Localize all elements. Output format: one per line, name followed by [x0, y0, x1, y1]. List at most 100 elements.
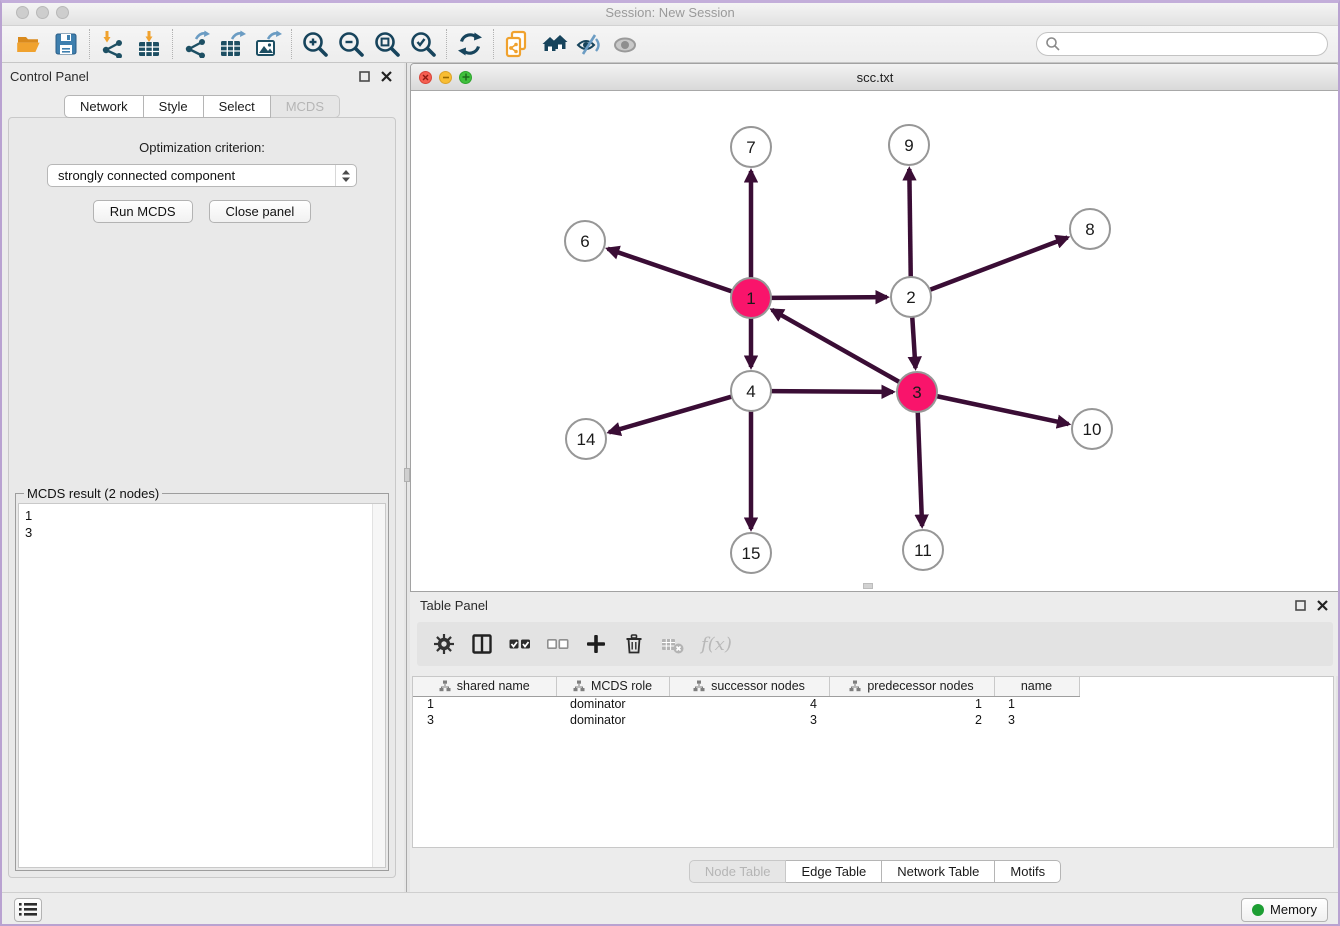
open-session-icon[interactable] [12, 28, 48, 60]
mcds-result-textarea[interactable]: 1 3 [18, 503, 386, 868]
table-row[interactable]: 1dominator411 [413, 696, 1333, 712]
network-titlebar[interactable]: scc.txt [411, 64, 1339, 91]
table-row[interactable]: 3dominator323 [413, 712, 1333, 728]
criterion-dropdown[interactable]: strongly connected component [47, 164, 357, 187]
node-1[interactable]: 1 [731, 278, 771, 318]
table-toolbar: f(x) [417, 622, 1333, 666]
cell-shared-name[interactable]: 1 [413, 696, 556, 712]
node-label: 6 [580, 232, 589, 251]
clone-network-icon[interactable] [499, 28, 535, 60]
cell-successor-nodes[interactable]: 3 [669, 712, 829, 728]
import-table-icon[interactable] [131, 28, 167, 60]
node-6[interactable]: 6 [565, 221, 605, 261]
tab-network[interactable]: Network [64, 95, 144, 118]
edge-1-2[interactable] [771, 297, 887, 298]
sort-icon[interactable] [849, 680, 861, 692]
close-panel-button[interactable]: Close panel [209, 200, 312, 223]
table-tab-motifs[interactable]: Motifs [995, 860, 1061, 883]
zoom-selected-icon[interactable] [405, 28, 441, 60]
delete-columns-icon[interactable] [623, 633, 645, 655]
add-column-icon[interactable] [585, 633, 607, 655]
zoom-in-icon[interactable] [297, 28, 333, 60]
table-tab-node-table[interactable]: Node Table [689, 860, 787, 883]
table-panel-title: Table Panel [420, 598, 488, 613]
cell-predecessor-nodes[interactable]: 2 [829, 712, 994, 728]
run-mcds-button[interactable]: Run MCDS [93, 200, 193, 223]
edge-3-10[interactable] [937, 396, 1069, 424]
table-tab-edge-table[interactable]: Edge Table [786, 860, 882, 883]
first-neighbors-icon[interactable] [535, 28, 571, 60]
table-close-icon[interactable] [1314, 597, 1330, 613]
node-14[interactable]: 14 [566, 419, 606, 459]
sort-icon[interactable] [573, 680, 585, 692]
node-4[interactable]: 4 [731, 371, 771, 411]
table-tab-network-table[interactable]: Network Table [882, 860, 995, 883]
cell-mcds-role[interactable]: dominator [556, 696, 669, 712]
node-label: 7 [746, 138, 755, 157]
column-header-mcds-role[interactable]: MCDS role [556, 677, 669, 696]
cell-name[interactable]: 1 [994, 696, 1079, 712]
cell-name[interactable]: 3 [994, 712, 1079, 728]
import-network-icon[interactable] [95, 28, 131, 60]
float-panel-icon[interactable] [356, 68, 372, 84]
export-network-icon[interactable] [178, 28, 214, 60]
search-box[interactable] [1036, 32, 1328, 56]
column-header-successor-nodes[interactable]: successor nodes [669, 677, 829, 696]
sort-icon[interactable] [439, 680, 451, 692]
column-header-name[interactable]: name [994, 677, 1079, 696]
memory-status-dot [1252, 904, 1264, 916]
cell-shared-name[interactable]: 3 [413, 712, 556, 728]
network-resize-grip[interactable] [863, 583, 873, 589]
close-panel-icon[interactable] [378, 68, 394, 84]
node-9[interactable]: 9 [889, 125, 929, 165]
node-10[interactable]: 10 [1072, 409, 1112, 449]
node-7[interactable]: 7 [731, 127, 771, 167]
task-history-button[interactable] [14, 898, 42, 922]
export-image-icon[interactable] [250, 28, 286, 60]
table-scrollbar[interactable] [1336, 676, 1340, 848]
edge-2-9[interactable] [909, 169, 910, 277]
edge-3-11[interactable] [918, 412, 922, 526]
save-session-icon[interactable] [48, 28, 84, 60]
result-scrollbar[interactable] [372, 504, 385, 867]
cell-predecessor-nodes[interactable]: 1 [829, 696, 994, 712]
edge-4-14[interactable] [609, 397, 732, 433]
edge-4-3[interactable] [771, 391, 893, 392]
list-icon [19, 902, 37, 917]
sort-icon[interactable] [693, 680, 705, 692]
cell-successor-nodes[interactable]: 4 [669, 696, 829, 712]
refresh-layout-icon[interactable] [452, 28, 488, 60]
node-label: 10 [1083, 420, 1102, 439]
show-all-icon[interactable] [607, 28, 643, 60]
select-all-columns-icon[interactable] [509, 633, 531, 655]
cell-mcds-role[interactable]: dominator [556, 712, 669, 728]
tab-select[interactable]: Select [204, 95, 271, 118]
node-label: 2 [906, 288, 915, 307]
node-15[interactable]: 15 [731, 533, 771, 573]
node-11[interactable]: 11 [903, 530, 943, 570]
edge-2-8[interactable] [930, 238, 1068, 290]
edge-2-3[interactable] [912, 317, 915, 368]
zoom-fit-icon[interactable] [369, 28, 405, 60]
column-header-shared-name[interactable]: shared name [413, 677, 556, 696]
search-input[interactable] [1061, 34, 1327, 54]
edge-3-1[interactable] [772, 310, 900, 382]
tab-mcds[interactable]: MCDS [271, 95, 340, 118]
table-settings-icon[interactable] [433, 633, 455, 655]
tab-style[interactable]: Style [144, 95, 204, 118]
node-3[interactable]: 3 [897, 372, 937, 412]
table-float-icon[interactable] [1292, 597, 1308, 613]
column-header-predecessor-nodes[interactable]: predecessor nodes [829, 677, 994, 696]
hide-selected-icon[interactable] [571, 28, 607, 60]
node-2[interactable]: 2 [891, 277, 931, 317]
zoom-out-icon[interactable] [333, 28, 369, 60]
network-canvas[interactable]: 7 9 6 8 1 2 4 3 14 10 15 11 [411, 91, 1339, 591]
node-label: 14 [577, 430, 596, 449]
unselect-all-columns-icon[interactable] [547, 633, 569, 655]
show-columns-icon[interactable] [471, 633, 493, 655]
edge-1-6[interactable] [608, 249, 732, 292]
node-label: 11 [914, 541, 932, 560]
export-table-icon[interactable] [214, 28, 250, 60]
node-8[interactable]: 8 [1070, 209, 1110, 249]
memory-button[interactable]: Memory [1241, 898, 1328, 922]
